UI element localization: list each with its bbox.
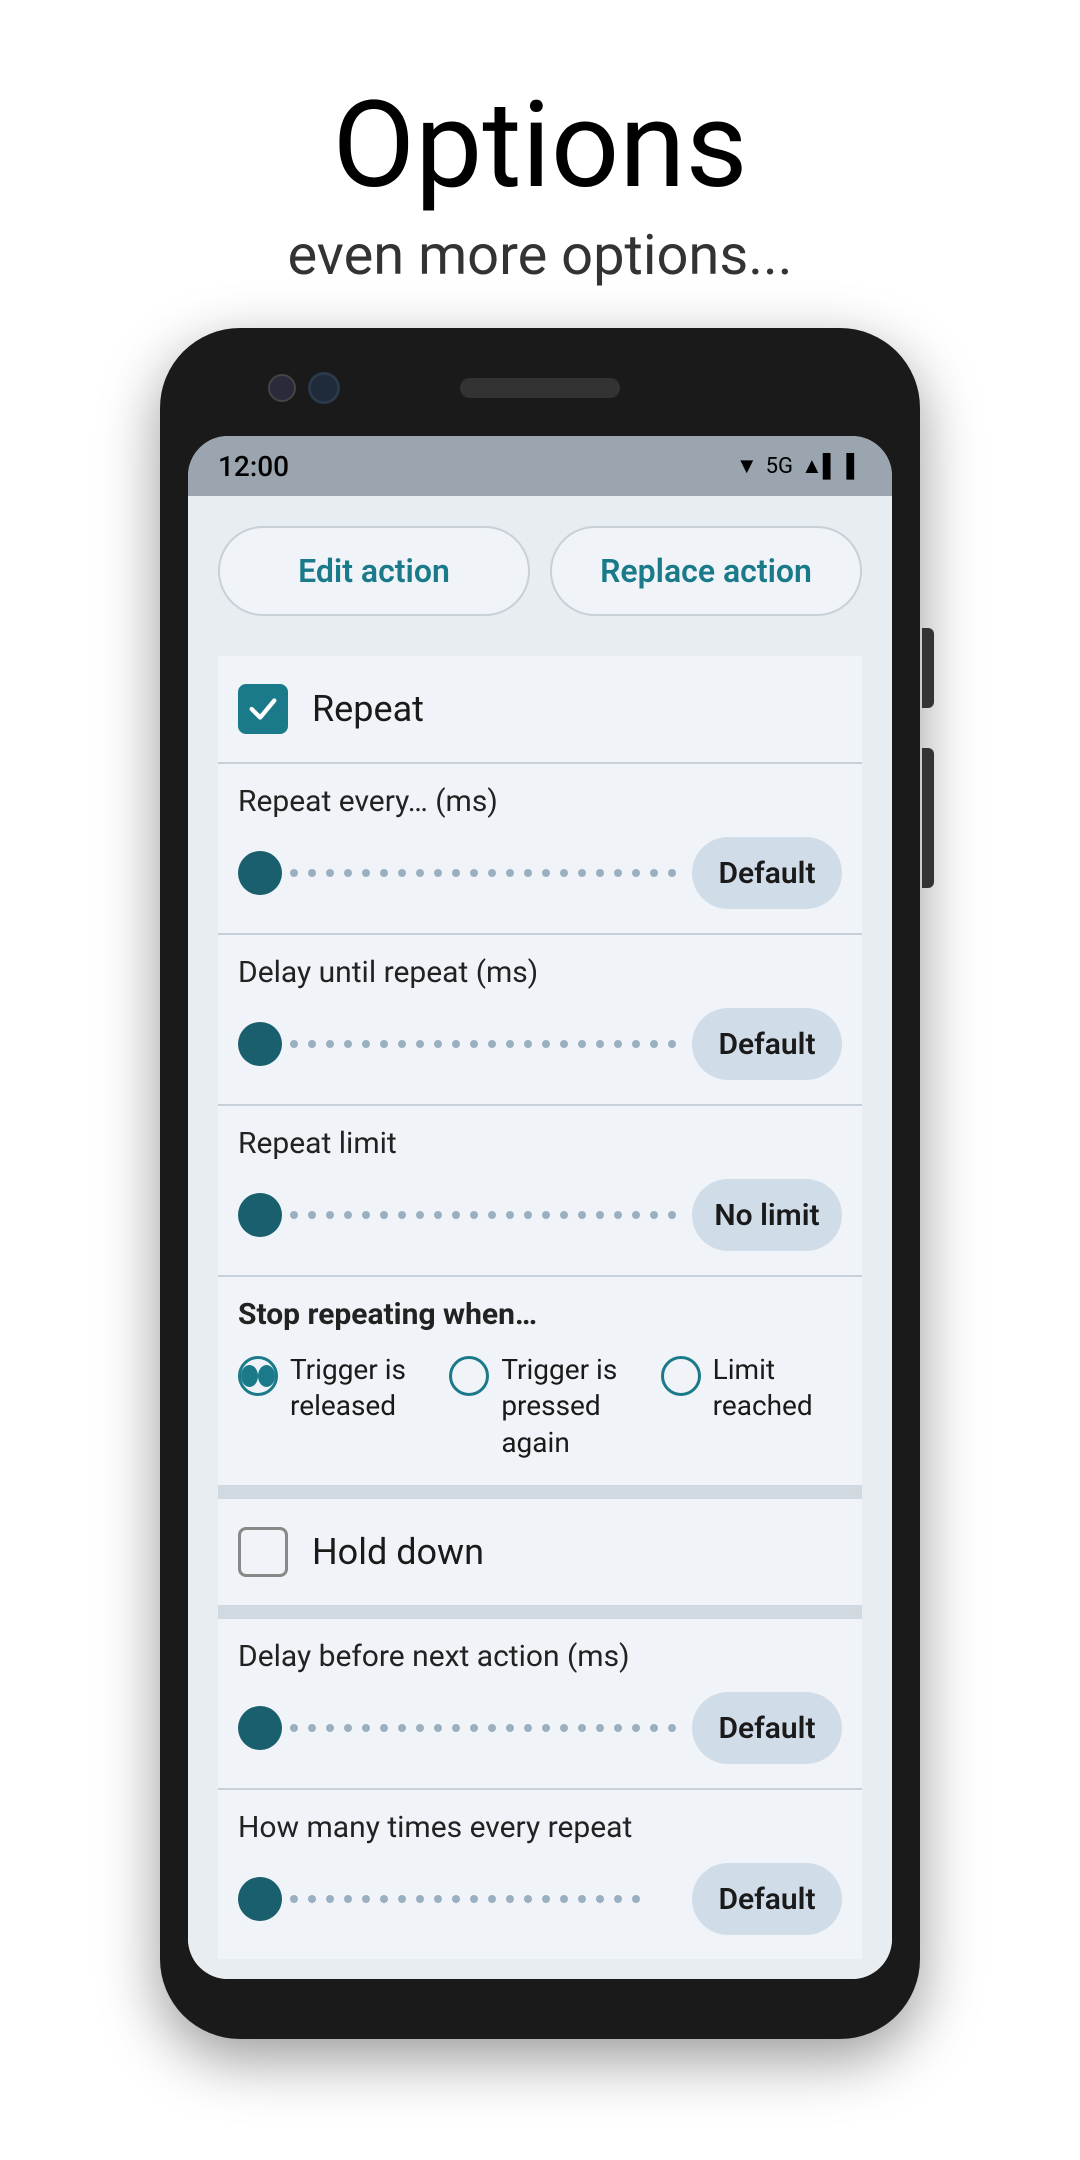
- replace-action-button[interactable]: Replace action: [550, 526, 862, 616]
- repeat-checkbox-row[interactable]: Repeat: [218, 656, 862, 762]
- radio-trigger-pressed-label: Trigger is pressed again: [501, 1352, 630, 1461]
- delay-until-repeat-slider[interactable]: [238, 1022, 676, 1066]
- radio-trigger-released-label: Trigger is released: [290, 1352, 419, 1425]
- section-divider-2: [218, 1605, 862, 1619]
- status-icons: ▼ 5G ▲▌ ▌: [736, 453, 862, 479]
- how-many-times-slider-row: Default: [238, 1863, 842, 1935]
- delay-until-repeat-dots: [290, 1040, 676, 1048]
- status-time: 12:00: [218, 450, 289, 483]
- delay-until-repeat-value[interactable]: Default: [692, 1008, 842, 1080]
- hold-down-checkbox-row[interactable]: Hold down: [218, 1499, 862, 1605]
- radio-trigger-released-circle[interactable]: [238, 1356, 278, 1396]
- stop-repeating-label: Stop repeating when…: [238, 1297, 842, 1332]
- repeat-limit-dots: [290, 1211, 676, 1219]
- repeat-every-section: Repeat every… (ms): [218, 764, 862, 933]
- repeat-limit-section: Repeat limit: [218, 1106, 862, 1275]
- how-many-times-label: How many times every repeat: [238, 1810, 842, 1845]
- repeat-limit-label: Repeat limit: [238, 1126, 842, 1161]
- how-many-times-value[interactable]: Default: [692, 1863, 842, 1935]
- delay-until-repeat-slider-row: Default: [238, 1008, 842, 1080]
- title-section: Options even more options...: [287, 0, 792, 288]
- repeat-every-thumb: [238, 851, 282, 895]
- how-many-times-slider[interactable]: [238, 1877, 676, 1921]
- repeat-limit-thumb: [238, 1193, 282, 1237]
- how-many-times-thumb: [238, 1877, 282, 1921]
- repeat-every-slider[interactable]: [238, 851, 676, 895]
- delay-until-repeat-section: Delay until repeat (ms): [218, 935, 862, 1104]
- radio-fill: [241, 1365, 258, 1387]
- action-buttons-row: Edit action Replace action: [218, 526, 862, 616]
- repeat-every-value[interactable]: Default: [692, 837, 842, 909]
- delay-before-next-slider[interactable]: [238, 1706, 676, 1750]
- how-many-times-dots: [290, 1895, 676, 1903]
- page-background: Options even more options... 12:00 ▼ 5G …: [0, 0, 1080, 2160]
- repeat-every-slider-row: Default: [238, 837, 842, 909]
- section-divider-1: [218, 1485, 862, 1499]
- phone-camera-right: [308, 372, 340, 404]
- radio-limit-reached[interactable]: Limit reached: [661, 1352, 842, 1425]
- wifi-icon: ▼: [736, 453, 758, 479]
- signal-icon: ▲▌: [801, 453, 838, 479]
- repeat-every-dots: [290, 869, 676, 877]
- repeat-every-label: Repeat every… (ms): [238, 784, 842, 819]
- delay-before-next-label: Delay before next action (ms): [238, 1639, 842, 1674]
- checkmark-icon: [246, 692, 280, 726]
- radio-trigger-pressed[interactable]: Trigger is pressed again: [449, 1352, 630, 1461]
- delay-before-next-value[interactable]: Default: [692, 1692, 842, 1764]
- edit-action-button[interactable]: Edit action: [218, 526, 530, 616]
- phone-side-button-2: [922, 748, 934, 888]
- repeat-checkbox[interactable]: [238, 684, 288, 734]
- delay-until-repeat-thumb: [238, 1022, 282, 1066]
- delay-before-next-slider-row: Default: [238, 1692, 842, 1764]
- phone-speaker: [460, 378, 620, 398]
- repeat-limit-slider-row: No limit: [238, 1179, 842, 1251]
- how-many-times-section: How many times every repeat: [218, 1790, 862, 1959]
- page-title: Options: [287, 80, 792, 212]
- battery-icon: ▌: [846, 453, 862, 479]
- network-text: 5G: [766, 454, 793, 479]
- phone-frame: 12:00 ▼ 5G ▲▌ ▌ Edit action Replace acti…: [160, 328, 920, 2039]
- repeat-label: Repeat: [312, 688, 424, 730]
- hold-down-label: Hold down: [312, 1531, 484, 1573]
- repeat-limit-slider[interactable]: [238, 1193, 676, 1237]
- status-bar: 12:00 ▼ 5G ▲▌ ▌: [188, 436, 892, 496]
- radio-limit-reached-circle[interactable]: [661, 1356, 701, 1396]
- phone-top-bar: [188, 358, 892, 418]
- radio-trigger-pressed-circle[interactable]: [449, 1356, 489, 1396]
- delay-before-next-section: Delay before next action (ms): [218, 1619, 862, 1788]
- screen-content: Edit action Replace action Repeat: [188, 496, 892, 1979]
- stop-repeating-options: Trigger is released Trigger is pressed a…: [238, 1352, 842, 1461]
- repeat-limit-value[interactable]: No limit: [692, 1179, 842, 1251]
- phone-screen: 12:00 ▼ 5G ▲▌ ▌ Edit action Replace acti…: [188, 436, 892, 1979]
- delay-until-repeat-label: Delay until repeat (ms): [238, 955, 842, 990]
- phone-side-button-1: [922, 628, 934, 708]
- hold-down-checkbox[interactable]: [238, 1527, 288, 1577]
- delay-before-next-dots: [290, 1724, 676, 1732]
- page-subtitle: even more options...: [287, 222, 792, 288]
- radio-trigger-released[interactable]: Trigger is released: [238, 1352, 419, 1425]
- stop-repeating-section: Stop repeating when… Trigger is released…: [218, 1277, 862, 1485]
- delay-before-next-thumb: [238, 1706, 282, 1750]
- radio-limit-reached-label: Limit reached: [713, 1352, 842, 1425]
- phone-camera-left: [268, 374, 296, 402]
